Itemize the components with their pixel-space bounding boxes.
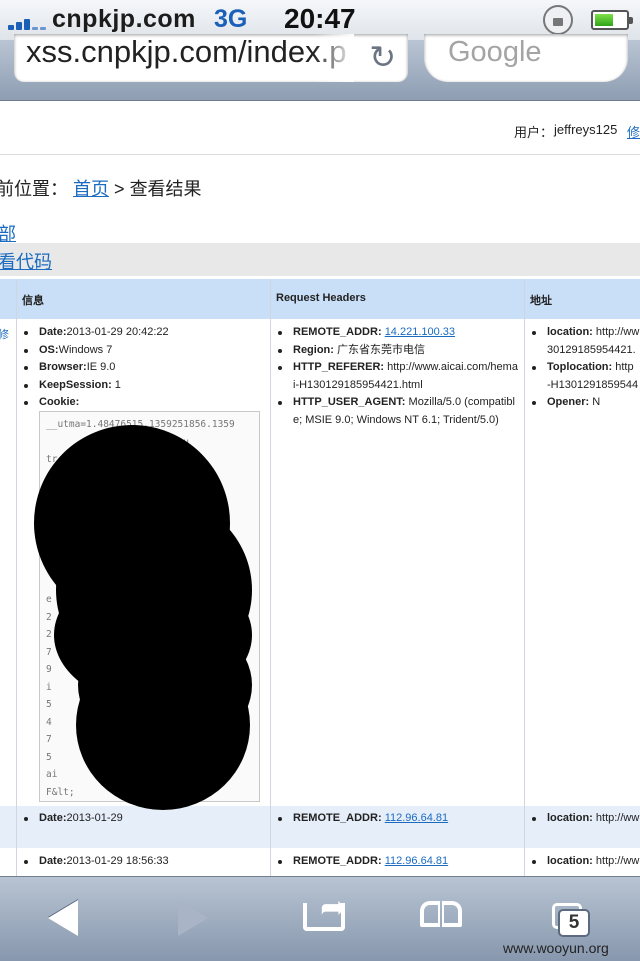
request-headers-list: REMOTE_ADDR: 112.96.64.81: [275, 853, 520, 871]
search-placeholder: Google: [448, 36, 542, 68]
forward-icon[interactable]: [150, 877, 230, 961]
list-item: HTTP_REFERER: http://www.aicai.com/hemai…: [275, 359, 520, 394]
reload-icon[interactable]: ↻: [369, 38, 396, 76]
list-item: Opener: N: [529, 394, 640, 412]
breadcrumb-prefix: 前位置：: [0, 179, 68, 199]
table-header: 信息 Request Headers 地址: [0, 279, 640, 319]
location-list: location: http://ww: [529, 810, 640, 828]
back-icon[interactable]: [26, 877, 106, 961]
info-list: Date:2013-01-29: [21, 810, 266, 828]
view-code-row: 看代码: [0, 243, 640, 276]
list-item: Toplocation: http -H1301291859544: [529, 359, 640, 394]
list-item: location: http://ww: [529, 810, 640, 828]
tab-count: 5: [558, 909, 590, 937]
remote-addr-link[interactable]: 112.96.64.81: [385, 812, 448, 824]
list-item: Date:2013-01-29 18:56:33: [21, 853, 266, 871]
user-label: 用户：: [514, 125, 554, 140]
browser-navigation-bar: xss.cnpkjp.com/index.ph ↻ Google: [0, 34, 640, 101]
rotation-lock-icon: [543, 5, 573, 35]
breadcrumb: 前位置： 首页 > 查看结果: [0, 175, 202, 201]
list-item: Date:2013-01-29: [21, 810, 266, 828]
address-field[interactable]: xss.cnpkjp.com/index.ph ↻: [14, 34, 408, 82]
list-item: Date:2013-01-29 20:42:22: [21, 324, 266, 342]
list-item: REMOTE_ADDR: 112.96.64.81: [275, 810, 520, 828]
column-header-request-headers: Request Headers: [276, 292, 366, 304]
watermark: www.wooyun.org: [503, 940, 609, 956]
list-item: Cookie:: [21, 394, 266, 412]
request-headers-list: REMOTE_ADDR: 14.221.100.33 Region: 广东省东莞…: [275, 324, 520, 429]
location-list: location: http://ww 30129185954421. Topl…: [529, 324, 640, 412]
list-item: REMOTE_ADDR: 112.96.64.81: [275, 853, 520, 871]
delete-link[interactable]: 修: [0, 326, 9, 342]
list-item: Browser:IE 9.0: [21, 359, 266, 377]
list-item: location: http://ww: [529, 853, 640, 871]
list-item: Region: 广东省东莞市电信: [275, 342, 520, 360]
breadcrumb-separator: >: [114, 179, 125, 199]
breadcrumb-home-link[interactable]: 首页: [73, 179, 109, 199]
list-item: OS:Windows 7: [21, 342, 266, 360]
user-name: jeffreys125: [554, 122, 618, 137]
share-icon[interactable]: ➦: [300, 877, 380, 961]
list-item: KeepSession: 1: [21, 377, 266, 395]
edit-profile-link[interactable]: 修: [627, 122, 640, 141]
list-item: HTTP_USER_AGENT: Mozilla/5.0 (compatible…: [275, 394, 520, 429]
signal-icon: [8, 14, 46, 30]
search-field[interactable]: Google: [424, 34, 628, 82]
clock: 20:47: [284, 3, 356, 34]
remote-addr-link[interactable]: 112.96.64.81: [385, 855, 448, 867]
user-bar: 用户： jeffreys125 修: [0, 118, 640, 155]
bookmarks-icon[interactable]: [418, 877, 498, 961]
request-headers-list: REMOTE_ADDR: 112.96.64.81: [275, 810, 520, 828]
list-item: REMOTE_ADDR: 14.221.100.33: [275, 324, 520, 342]
url-text[interactable]: xss.cnpkjp.com/index.ph: [26, 34, 346, 70]
network-type: 3G: [214, 5, 248, 33]
column-header-location: 地址: [530, 295, 552, 307]
remote-addr-link[interactable]: 14.221.100.33: [385, 326, 455, 338]
info-list: Date:2013-01-29 20:42:22 OS:Windows 7 Br…: [21, 324, 266, 412]
carrier-name: cnpkjp.com: [52, 5, 196, 33]
view-code-link[interactable]: 看代码: [0, 248, 52, 274]
location-list: location: http://ww: [529, 853, 640, 871]
info-list: Date:2013-01-29 18:56:33: [21, 853, 266, 871]
battery-icon: [591, 10, 633, 30]
column-header-info: 信息: [22, 295, 44, 307]
list-item: location: http://ww 30129185954421.: [529, 324, 640, 359]
redaction-mark: [76, 640, 250, 810]
breadcrumb-current: 查看结果: [129, 179, 202, 199]
